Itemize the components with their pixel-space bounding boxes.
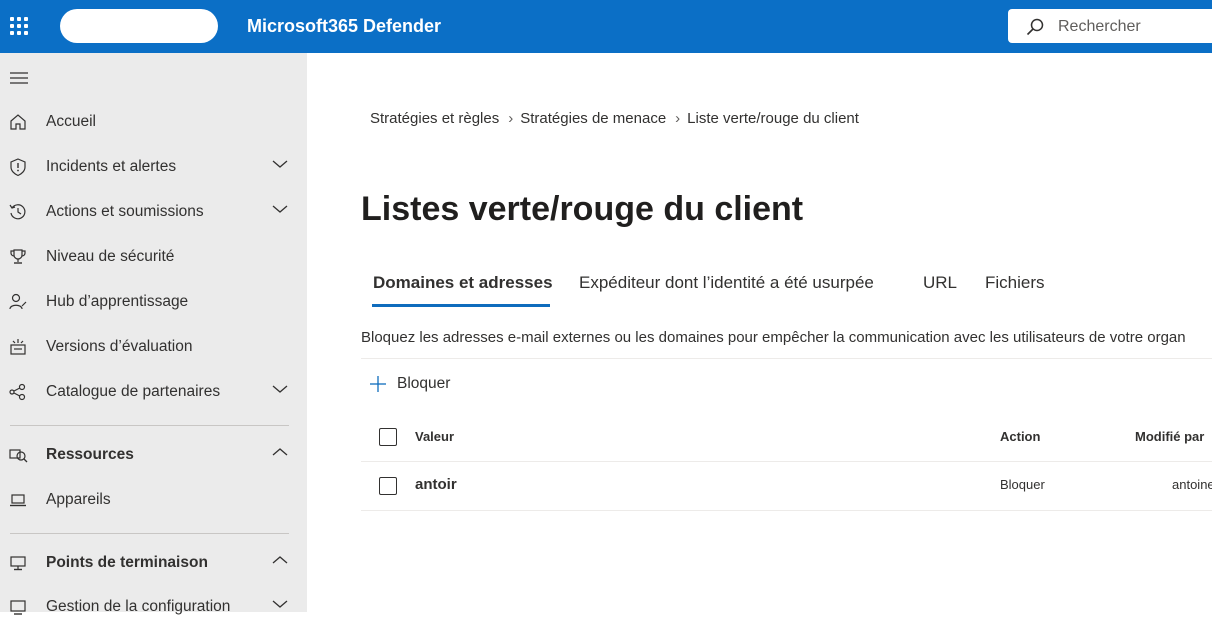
tab-url[interactable]: URL xyxy=(923,273,957,293)
laptop-icon xyxy=(10,494,26,507)
shield-icon xyxy=(10,158,26,177)
trophy-icon xyxy=(10,249,26,264)
sidebar-item-label: Actions et soumissions xyxy=(46,203,204,220)
chevron-down-icon[interactable] xyxy=(272,159,288,169)
divider xyxy=(361,358,1212,359)
top-bar: Microsoft365 Defender Rechercher xyxy=(0,0,1212,53)
breadcrumb-item[interactable]: Stratégies de menace xyxy=(520,110,666,127)
active-tab-indicator xyxy=(372,304,550,307)
chevron-right-icon: › xyxy=(675,110,681,127)
column-header-modifie-par[interactable]: Modifié par xyxy=(1135,429,1204,444)
sidebar-item-hub-apprentissage[interactable]: Hub d’apprentissage xyxy=(0,282,307,322)
search-icon xyxy=(1026,18,1044,36)
history-icon xyxy=(9,204,26,220)
sidebar-item-appareils[interactable]: Appareils xyxy=(0,480,307,520)
block-button-label: Bloquer xyxy=(397,375,451,392)
config-icon xyxy=(10,600,26,615)
breadcrumb-item[interactable]: Stratégies et règles xyxy=(370,110,499,127)
tab-fichiers[interactable]: Fichiers xyxy=(985,273,1045,293)
table-cell-valeur[interactable]: antoir xyxy=(415,476,457,493)
table-cell-action: Bloquer xyxy=(1000,477,1045,492)
sidebar-item-accueil[interactable]: Accueil xyxy=(0,102,307,142)
sidebar-item-label: Accueil xyxy=(46,113,96,130)
sidebar-item-niveau-securite[interactable]: Niveau de sécurité xyxy=(0,237,307,277)
sidebar-item-catalogue-partenaires[interactable]: Catalogue de partenaires xyxy=(0,372,307,412)
sidebar-item-label: Catalogue de partenaires xyxy=(46,383,221,400)
sidebar-item-label: Hub d’apprentissage xyxy=(46,293,189,310)
table-cell-modifie-par: antoine xyxy=(1172,477,1212,492)
chevron-up-icon[interactable] xyxy=(272,555,288,565)
app-launcher-icon[interactable] xyxy=(10,17,28,35)
breadcrumb: Stratégies et règles › Stratégies de menac… xyxy=(370,110,859,127)
chevron-up-icon[interactable] xyxy=(272,447,288,457)
sidebar-item-actions[interactable]: Actions et soumissions xyxy=(0,192,307,232)
redacted-tenant-name xyxy=(60,9,218,43)
select-all-checkbox[interactable] xyxy=(379,428,397,446)
chevron-right-icon: › xyxy=(508,110,514,127)
learning-icon xyxy=(9,293,27,310)
sidebar-section-label: Ressources xyxy=(46,446,134,463)
sidebar-item-label: Incidents et alertes xyxy=(46,158,177,175)
search-box[interactable]: Rechercher xyxy=(1008,9,1212,43)
sidebar-item-gestion-configuration[interactable]: Gestion de la configuration xyxy=(0,587,307,627)
sidebar-section-label: Points de terminaison xyxy=(46,554,208,571)
table-header-divider xyxy=(361,461,1212,462)
table-row-divider xyxy=(361,510,1212,511)
tab-domaines-adresses[interactable]: Domaines et adresses xyxy=(373,273,553,293)
partners-icon xyxy=(9,383,26,401)
chevron-down-icon[interactable] xyxy=(272,599,288,609)
page-title: Listes verte/rouge du client xyxy=(361,190,804,228)
sidebar-item-incidents[interactable]: Incidents et alertes xyxy=(0,147,307,187)
sidebar-item-label: Appareils xyxy=(46,491,111,508)
sidebar-section-ressources[interactable]: Ressources xyxy=(0,435,307,475)
column-header-valeur[interactable]: Valeur xyxy=(415,429,454,444)
evaluation-icon xyxy=(10,339,26,355)
sidebar-item-label: Versions d’évaluation xyxy=(46,338,193,355)
menu-icon[interactable] xyxy=(10,72,28,84)
sidebar-item-versions-evaluation[interactable]: Versions d’évaluation xyxy=(0,327,307,367)
assets-icon xyxy=(9,449,28,463)
sidebar-item-label: Niveau de sécurité xyxy=(46,248,175,265)
endpoints-icon xyxy=(10,556,26,571)
column-header-action[interactable]: Action xyxy=(1000,429,1040,444)
app-title: Microsoft365 Defender xyxy=(247,16,442,36)
sidebar-section-points-terminaison[interactable]: Points de terminaison xyxy=(0,543,307,583)
breadcrumb-current: Liste verte/rouge du client xyxy=(687,110,859,127)
tab-expediteur-usurpe[interactable]: Expéditeur dont l’identité a été usurpée xyxy=(579,273,874,293)
plus-icon xyxy=(370,376,386,392)
sidebar: Accueil Incidents et alertes Actions et … xyxy=(0,53,307,615)
row-checkbox[interactable] xyxy=(379,477,397,495)
search-input[interactable]: Rechercher xyxy=(1058,18,1141,36)
description-text: Bloquez les adresses e-mail externes ou … xyxy=(361,329,1186,346)
home-icon xyxy=(10,114,26,130)
sidebar-item-label: Gestion de la configuration xyxy=(46,598,231,615)
chevron-down-icon[interactable] xyxy=(272,384,288,394)
sidebar-divider xyxy=(10,533,289,534)
chevron-down-icon[interactable] xyxy=(272,204,288,214)
sidebar-divider xyxy=(10,425,289,426)
